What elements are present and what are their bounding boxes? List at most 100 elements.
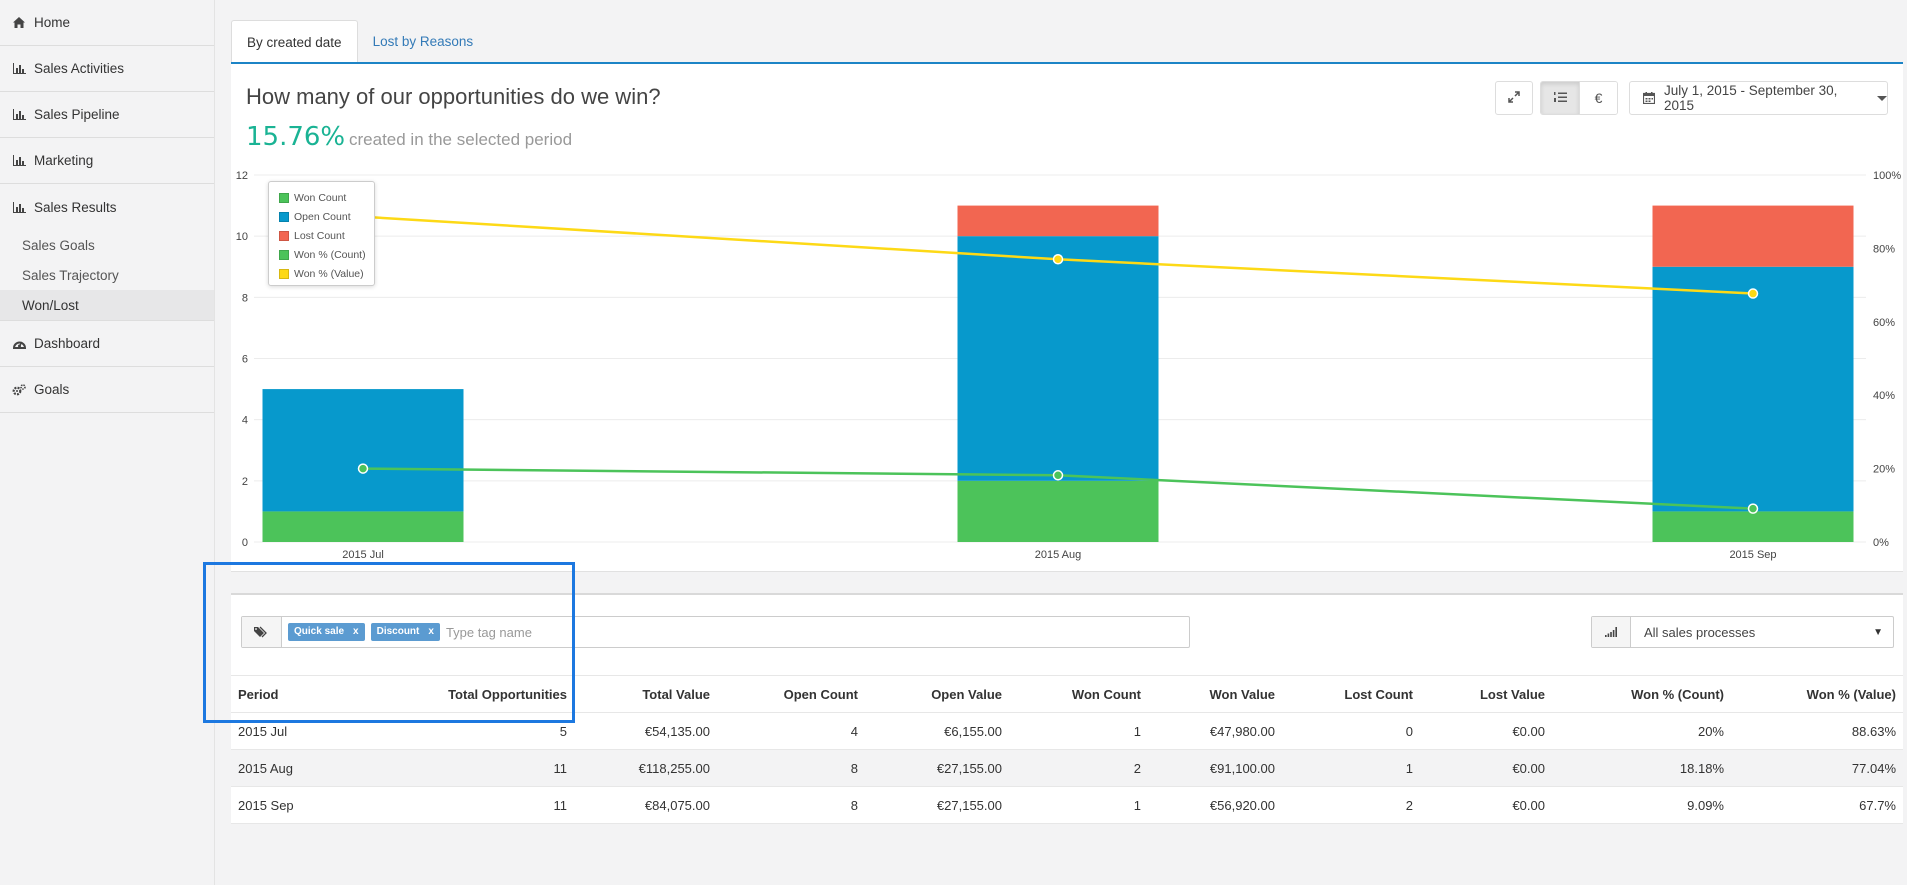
column-header[interactable]: Open Count: [717, 675, 865, 713]
column-header[interactable]: Open Value: [865, 675, 1009, 713]
sidebar-item-label: Marketing: [34, 153, 94, 168]
y-tick-label-left: 6: [242, 354, 248, 366]
sidebar-subitem-won-lost[interactable]: Won/Lost: [0, 290, 214, 320]
table-row: 2015 Sep 11 €84,075.00 8 €27,155.00 1 €5…: [231, 786, 1903, 824]
legend-label: Won Count: [294, 191, 347, 204]
home-icon: [12, 17, 26, 28]
column-header[interactable]: Won % (Value): [1731, 675, 1903, 713]
legend-swatch: [279, 192, 289, 203]
sidebar-item-label: Sales Results: [34, 199, 117, 215]
y-tick-label-left: 8: [242, 292, 248, 304]
legend-swatch: [279, 211, 289, 222]
table-cell: €91,100.00: [1148, 749, 1282, 787]
legend-item-lost-count[interactable]: Lost Count: [279, 226, 374, 245]
series-point: [1052, 254, 1064, 265]
table-cell: 2: [1282, 786, 1420, 824]
series-point: [1052, 470, 1064, 481]
table-cell: 8: [717, 749, 865, 787]
y-tick-label-right: 0%: [1873, 537, 1889, 549]
sidebar-item-label: Sales Activities: [34, 61, 125, 76]
bar-segment: [262, 389, 464, 512]
table-cell: 77.04%: [1731, 749, 1903, 787]
column-header[interactable]: Total Value: [574, 675, 717, 713]
column-header[interactable]: Won Value: [1148, 675, 1282, 713]
sidebar-subitem-sales-trajectory[interactable]: Sales Trajectory: [0, 260, 214, 290]
table-cell: 67.7%: [1731, 786, 1903, 824]
table-cell: 2: [1009, 749, 1148, 787]
sales-process-select[interactable]: All sales processes ▼: [1591, 616, 1894, 648]
y-tick-label-left: 0: [242, 537, 248, 549]
y-tick-label-left: 4: [242, 415, 248, 427]
table-cell: 88.63%: [1731, 712, 1903, 750]
table-cell: 2015 Sep: [231, 786, 351, 824]
tab-by-created-date[interactable]: By created date: [231, 20, 358, 63]
y-tick-label-right: 100%: [1873, 170, 1901, 182]
sidebar-item-goals[interactable]: Goals: [0, 367, 214, 413]
table-cell: 1: [1282, 749, 1420, 787]
legend-label: Lost Count: [294, 229, 345, 242]
tab-lost-by-reasons[interactable]: Lost by Reasons: [358, 20, 489, 63]
legend-label: Open Count: [294, 210, 351, 223]
signal-icon: [1592, 617, 1631, 647]
column-header[interactable]: Won Count: [1009, 675, 1148, 713]
legend-item-won-pct-count[interactable]: Won % (Count): [279, 245, 374, 264]
bar-chart-icon: [12, 201, 26, 213]
table-cell: €0.00: [1420, 712, 1552, 750]
sidebar-item-label: Home: [34, 15, 71, 30]
x-tick-label: 2015 Aug: [1035, 549, 1082, 561]
sidebar-item-sales-results[interactable]: Sales Results: [0, 184, 214, 230]
chart-legend: Won Count Open Count Lost Count Won % (C…: [268, 181, 375, 286]
bar-chart-icon: [12, 109, 26, 120]
sidebar-item-marketing[interactable]: Marketing: [0, 138, 214, 184]
sidebar-item-label: Sales Pipeline: [34, 107, 120, 122]
table-cell: €27,155.00: [865, 749, 1009, 787]
legend-label: Won % (Value): [294, 267, 364, 280]
sidebar: Home Sales Activities Sales Pipeline Mar…: [0, 0, 215, 885]
table-cell: 9.09%: [1552, 786, 1731, 824]
table-cell: 11: [351, 749, 574, 787]
sidebar-item-sales-activities[interactable]: Sales Activities: [0, 46, 214, 92]
table-cell: €0.00: [1420, 786, 1552, 824]
column-header[interactable]: Lost Count: [1282, 675, 1420, 713]
table-cell: 20%: [1552, 712, 1731, 750]
sidebar-item-dashboard[interactable]: Dashboard: [0, 321, 214, 367]
legend-item-open-count[interactable]: Open Count: [279, 207, 374, 226]
series-point: [357, 463, 369, 474]
table-cell: 0: [1282, 712, 1420, 750]
caret-down-icon: ▼: [1873, 626, 1883, 638]
table-cell: €56,920.00: [1148, 786, 1282, 824]
y-tick-label-right: 20%: [1873, 464, 1895, 476]
y-tick-label-right: 80%: [1873, 243, 1895, 255]
sidebar-item-label: Goals: [34, 382, 70, 397]
table-cell: €6,155.00: [865, 712, 1009, 750]
sidebar-subitem-sales-goals[interactable]: Sales Goals: [0, 230, 214, 260]
bar-segment: [1652, 205, 1854, 267]
bar-segment: [1652, 511, 1854, 542]
sidebar-group-sales-results: Sales Results Sales Goals Sales Trajecto…: [0, 184, 214, 321]
table-cell: 11: [351, 786, 574, 824]
cogs-icon: [12, 383, 26, 396]
column-header[interactable]: Won % (Count): [1552, 675, 1731, 713]
column-header[interactable]: Lost Value: [1420, 675, 1552, 713]
bar-segment: [1652, 266, 1854, 512]
selection-highlight: [203, 562, 575, 723]
legend-swatch: [279, 249, 289, 260]
sidebar-item-sales-pipeline[interactable]: Sales Pipeline: [0, 92, 214, 138]
bar-segment: [957, 480, 1159, 542]
table-row: 2015 Aug 11 €118,255.00 8 €27,155.00 2 €…: [231, 749, 1903, 787]
bar-chart-icon: [12, 155, 26, 166]
legend-item-won-pct-value[interactable]: Won % (Value): [279, 264, 374, 283]
x-tick-label: 2015 Sep: [1729, 549, 1776, 561]
tab-bar: By created date Lost by Reasons: [231, 20, 488, 63]
table-cell: €54,135.00: [574, 712, 717, 750]
table-cell: 4: [717, 712, 865, 750]
y-tick-label-right: 40%: [1873, 390, 1895, 402]
table-cell: €0.00: [1420, 749, 1552, 787]
y-tick-label-left: 12: [236, 170, 248, 182]
y-tick-label-left: 2: [242, 476, 248, 488]
table-cell: 8: [717, 786, 865, 824]
table-cell: 1: [1009, 786, 1148, 824]
legend-item-won-count[interactable]: Won Count: [279, 188, 374, 207]
sidebar-item-home[interactable]: Home: [0, 0, 214, 46]
table-cell: 1: [1009, 712, 1148, 750]
